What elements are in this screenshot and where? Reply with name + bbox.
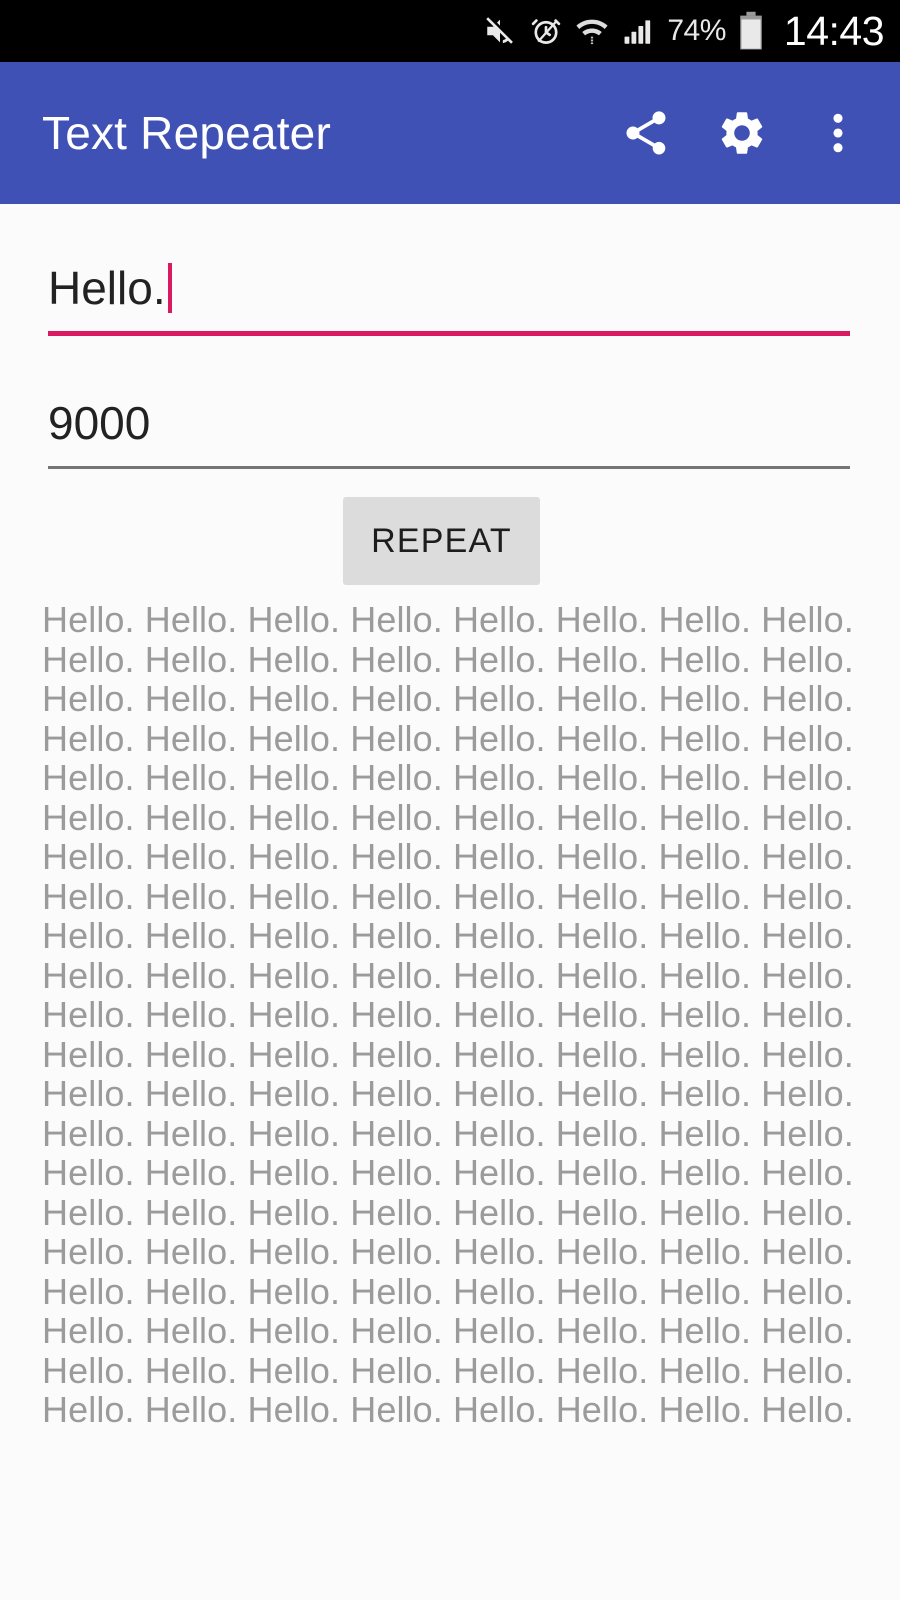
message-field-wrapper[interactable]: Hello. <box>48 259 850 336</box>
page-title: Text Repeater <box>42 107 331 159</box>
output-line: Hello. Hello. Hello. Hello. Hello. Hello… <box>42 1349 854 1391</box>
count-input[interactable]: 9000 <box>48 394 850 452</box>
output-line: Hello. Hello. Hello. Hello. Hello. Hello… <box>42 1191 854 1233</box>
count-field-wrapper[interactable]: 9000 <box>48 394 850 469</box>
app-bar: Text Repeater <box>0 62 900 204</box>
output-line: Hello. Hello. Hello. Hello. Hello. Hello… <box>42 717 854 759</box>
output-line: Hello. Hello. Hello. Hello. Hello. Hello… <box>42 600 854 640</box>
count-field-underline <box>48 466 850 469</box>
status-clock: 14:43 <box>783 7 885 54</box>
output-line: Hello. Hello. Hello. Hello. Hello. Hello… <box>42 994 854 1035</box>
output-line: Hello. Hello. Hello. Hello. Hello. Hello… <box>42 1231 854 1272</box>
output-line: Hello. Hello. Hello. Hello. Hello. Hello… <box>42 1073 854 1114</box>
app-bar-actions <box>598 85 900 181</box>
output-line: Hello. Hello. Hello. Hello. Hello. Hello… <box>42 1270 854 1312</box>
count-input-value: 9000 <box>48 397 151 449</box>
battery-percent-label: 74% <box>667 14 726 47</box>
settings-button[interactable] <box>694 85 790 181</box>
share-icon <box>620 107 672 159</box>
output-line: Hello. Hello. Hello. Hello. Hello. Hello… <box>42 954 854 996</box>
output-line: Hello. Hello. Hello. Hello. Hello. Hello… <box>42 1033 854 1075</box>
app-screen: 74% 14:43 Text Repeater Hello. 9000 REPE… <box>0 0 900 1600</box>
repeat-button[interactable]: REPEAT <box>343 497 540 585</box>
output-line: Hello. Hello. Hello. Hello. Hello. Hello… <box>42 638 854 680</box>
mute-icon <box>483 14 517 48</box>
message-field-underline <box>48 331 850 336</box>
message-input-value: Hello. <box>48 262 166 314</box>
output-line: Hello. Hello. Hello. Hello. Hello. Hello… <box>42 678 854 719</box>
output-line: Hello. Hello. Hello. Hello. Hello. Hello… <box>42 1112 854 1154</box>
overflow-button[interactable] <box>790 85 886 181</box>
output-line: Hello. Hello. Hello. Hello. Hello. Hello… <box>42 836 854 877</box>
output-line: Hello. Hello. Hello. Hello. Hello. Hello… <box>42 915 854 956</box>
message-input[interactable]: Hello. <box>48 259 850 317</box>
status-bar: 74% 14:43 <box>0 0 900 62</box>
output-line: Hello. Hello. Hello. Hello. Hello. Hello… <box>42 1310 854 1351</box>
output-line: Hello. Hello. Hello. Hello. Hello. Hello… <box>42 1389 854 1430</box>
output-line: Hello. Hello. Hello. Hello. Hello. Hello… <box>42 1152 854 1193</box>
output-line: Hello. Hello. Hello. Hello. Hello. Hello… <box>42 757 854 798</box>
share-button[interactable] <box>598 85 694 181</box>
output-line: Hello. Hello. Hello. Hello. Hello. Hello… <box>42 875 854 917</box>
output-line: Hello. Hello. Hello. Hello. Hello. Hello… <box>42 796 854 838</box>
gear-icon <box>716 107 768 159</box>
more-vertical-icon <box>812 107 864 159</box>
battery-icon <box>736 11 766 51</box>
alarm-icon <box>529 14 563 48</box>
text-cursor <box>167 263 172 313</box>
main-content: Hello. 9000 REPEAT Hello. Hello. Hello. … <box>0 204 900 1600</box>
repeat-button-label: REPEAT <box>371 521 512 560</box>
wifi-icon <box>575 14 609 48</box>
signal-icon <box>621 14 655 48</box>
repeated-text-output[interactable]: Hello. Hello. Hello. Hello. Hello. Hello… <box>42 600 862 1442</box>
